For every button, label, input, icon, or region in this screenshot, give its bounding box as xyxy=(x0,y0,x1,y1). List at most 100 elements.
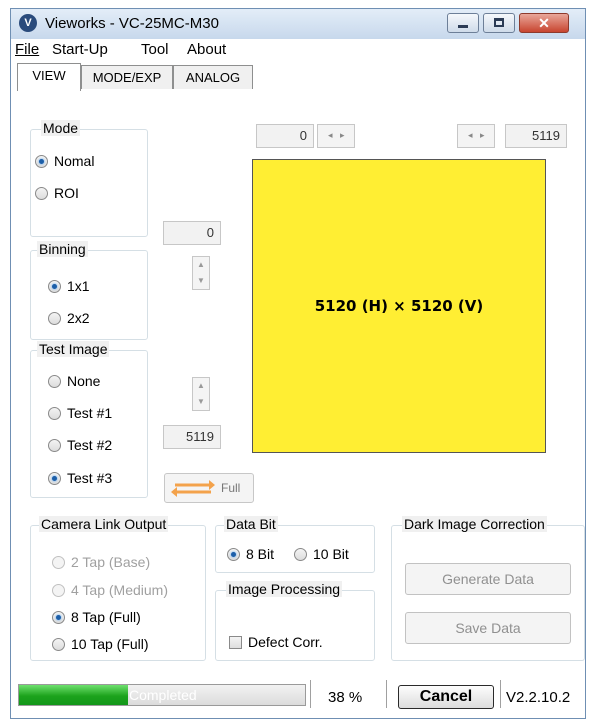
arrow-left-icon: ◂ xyxy=(468,130,473,140)
radio-dot xyxy=(52,610,65,624)
test-3-radio[interactable]: Test #3 xyxy=(48,470,112,486)
test-none-radio[interactable]: None xyxy=(48,373,100,389)
full-roi-button[interactable]: Full xyxy=(164,473,254,503)
menu-tool[interactable]: Tool xyxy=(141,41,169,58)
cancel-button[interactable]: Cancel xyxy=(398,685,494,709)
progress-fill xyxy=(19,685,128,705)
arrow-up-icon: ▲ xyxy=(197,260,205,269)
image-processing-group: Image Processing xyxy=(215,581,375,661)
radio-label: 2 Tap (Base) xyxy=(71,554,151,570)
roi-x-end-field[interactable]: 5119 xyxy=(505,124,567,148)
mode-group-title: Mode xyxy=(41,120,81,136)
radio-dot xyxy=(48,438,61,452)
minimize-icon xyxy=(458,25,468,28)
menu-about[interactable]: About xyxy=(187,41,226,58)
arrow-up-icon: ▲ xyxy=(197,381,205,390)
progress-bar: Completed xyxy=(18,684,306,706)
radio-dot xyxy=(52,583,65,597)
test-2-radio[interactable]: Test #2 xyxy=(48,437,112,453)
progress-status-text: Completed xyxy=(129,687,197,703)
tap-4-medium-radio[interactable]: 4 Tap (Medium) xyxy=(52,582,168,598)
minimize-button[interactable] xyxy=(447,13,479,33)
maximize-icon xyxy=(494,18,504,27)
checkbox-label: Defect Corr. xyxy=(248,634,323,650)
close-icon: ✕ xyxy=(538,15,550,31)
image-processing-title: Image Processing xyxy=(226,581,343,597)
tab-mode-exp[interactable]: MODE/EXP xyxy=(81,65,173,89)
arrow-right-icon: ▸ xyxy=(480,130,485,140)
title-bar[interactable]: V Vieworks - VC-25MC-M30 ✕ xyxy=(11,9,585,39)
checkbox-box xyxy=(229,635,242,649)
radio-label: ROI xyxy=(54,185,79,201)
menu-file[interactable]: File xyxy=(15,41,39,58)
roi-y-start-field[interactable]: 0 xyxy=(163,221,221,245)
radio-dot xyxy=(48,471,61,485)
swap-arrows-icon xyxy=(171,480,215,497)
defect-correction-checkbox[interactable]: Defect Corr. xyxy=(229,634,323,650)
roi-x-start-spinner[interactable]: ◂ ▸ xyxy=(317,124,355,148)
arrow-down-icon: ▼ xyxy=(197,397,205,406)
radio-label: 2x2 xyxy=(67,310,90,326)
radio-label: Test #1 xyxy=(67,405,113,421)
data-bit-10-radio[interactable]: 10 Bit xyxy=(294,546,349,562)
tab-view[interactable]: VIEW xyxy=(17,63,81,91)
menu-tool-label: Tool xyxy=(141,41,169,58)
menu-start-up-label: Start-Up xyxy=(52,41,108,58)
radio-label: 8 Tap (Full) xyxy=(71,609,141,625)
save-data-button[interactable]: Save Data xyxy=(405,612,571,644)
roi-y-end-field[interactable]: 5119 xyxy=(163,425,221,449)
binning-2x2-radio[interactable]: 2x2 xyxy=(48,310,90,326)
binning-group-title: Binning xyxy=(37,241,88,257)
maximize-button[interactable] xyxy=(483,13,515,33)
radio-label: Test #3 xyxy=(67,470,113,486)
radio-label: 10 Tap (Full) xyxy=(71,636,149,652)
data-bit-8-radio[interactable]: 8 Bit xyxy=(227,546,274,562)
tab-analog[interactable]: ANALOG xyxy=(173,65,253,89)
roi-x-start-field[interactable]: 0 xyxy=(256,124,314,148)
menu-file-label: File xyxy=(15,41,40,58)
roi-y-end-spinner[interactable]: ▲ ▼ xyxy=(192,377,210,411)
radio-dot xyxy=(48,374,61,388)
radio-label: Nomal xyxy=(54,153,95,169)
roi-x-end-spinner[interactable]: ◂ ▸ xyxy=(457,124,495,148)
radio-label: 4 Tap (Medium) xyxy=(71,582,169,598)
radio-dot xyxy=(35,154,48,168)
mode-roi-radio[interactable]: ROI xyxy=(35,185,79,201)
window-title: Vieworks - VC-25MC-M30 xyxy=(45,15,219,32)
status-divider xyxy=(310,680,311,708)
test-1-radio[interactable]: Test #1 xyxy=(48,405,112,421)
generate-data-button[interactable]: Generate Data xyxy=(405,563,571,595)
data-bit-title: Data Bit xyxy=(224,516,278,532)
tap-10-full-radio[interactable]: 10 Tap (Full) xyxy=(52,636,149,652)
version-label: V2.2.10.2 xyxy=(506,689,571,706)
mode-group: Mode xyxy=(30,120,148,237)
app-logo-icon: V xyxy=(19,14,37,32)
radio-dot xyxy=(48,406,61,420)
roi-y-start-spinner[interactable]: ▲ ▼ xyxy=(192,256,210,290)
sensor-preview[interactable]: 5120 (H) × 5120 (V) xyxy=(252,159,546,453)
radio-label: 8 Bit xyxy=(246,546,275,562)
menu-bar: File Start-Up Tool About xyxy=(11,39,585,61)
radio-dot xyxy=(35,186,48,200)
binning-group: Binning xyxy=(30,241,148,340)
menu-start-up[interactable]: Start-Up xyxy=(52,41,108,58)
camera-link-title: Camera Link Output xyxy=(39,516,169,532)
tap-2-base-radio[interactable]: 2 Tap (Base) xyxy=(52,554,150,570)
arrow-left-icon: ◂ xyxy=(328,130,333,140)
status-divider xyxy=(500,680,501,708)
tap-8-full-radio[interactable]: 8 Tap (Full) xyxy=(52,609,141,625)
binning-1x1-radio[interactable]: 1x1 xyxy=(48,278,90,294)
radio-label: None xyxy=(67,373,101,389)
close-button[interactable]: ✕ xyxy=(519,13,569,33)
radio-dot xyxy=(48,279,61,293)
sensor-resolution-label: 5120 (H) × 5120 (V) xyxy=(314,297,484,315)
radio-label: 10 Bit xyxy=(313,546,349,562)
radio-dot xyxy=(294,547,307,561)
full-roi-label: Full xyxy=(221,481,241,495)
radio-dot xyxy=(52,555,65,569)
radio-label: 1x1 xyxy=(67,278,90,294)
arrow-down-icon: ▼ xyxy=(197,276,205,285)
radio-dot xyxy=(52,637,65,651)
mode-normal-radio[interactable]: Nomal xyxy=(35,153,94,169)
radio-dot xyxy=(48,311,61,325)
